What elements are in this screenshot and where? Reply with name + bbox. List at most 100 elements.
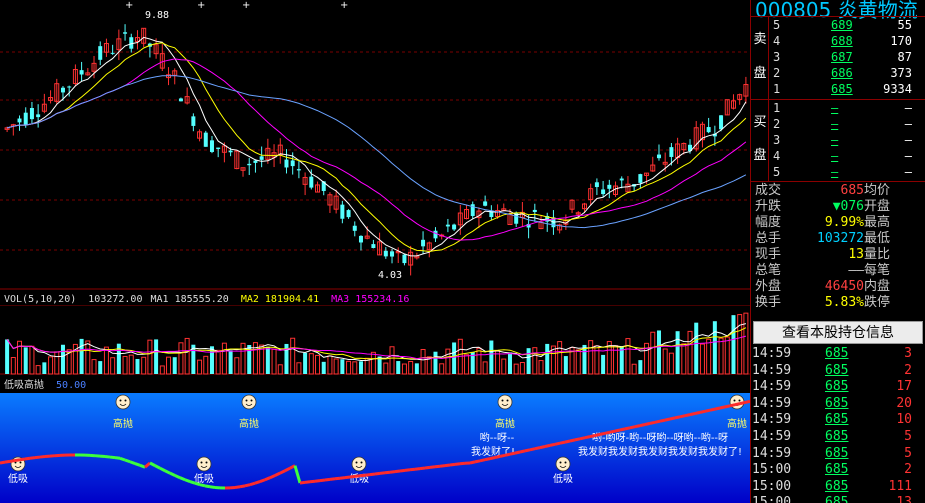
volume-bar: [712, 321, 717, 374]
tick-price: 685: [825, 429, 849, 444]
volume-bar: [656, 330, 661, 374]
price-chart[interactable]: + + + +: [0, 0, 750, 290]
ask-price[interactable]: 686: [831, 65, 853, 81]
indicator-line: [689, 412, 696, 417]
stat-row: 幅度 9.99% 最高: [753, 215, 925, 231]
tick-price: 685: [825, 495, 849, 503]
bid-price[interactable]: —: [831, 164, 838, 180]
ask-price[interactable]: 688: [831, 33, 853, 49]
volume-bar: [271, 348, 277, 375]
indicator-line: [504, 452, 511, 457]
volume-bar: [321, 361, 326, 374]
volume-bar: [48, 356, 54, 375]
indicator-line: [554, 441, 561, 446]
indicator-line: [654, 419, 661, 424]
tick-row[interactable]: 14:59 685 5: [751, 428, 925, 445]
indicator-line: [449, 462, 456, 467]
tick-qty: 111: [888, 478, 912, 494]
bid-qty: —: [904, 117, 912, 131]
tick-row[interactable]: 14:59 685 10: [751, 411, 925, 428]
tick-row[interactable]: 14:59 685 5: [751, 445, 925, 462]
bid-row[interactable]: 4 — —: [769, 148, 925, 164]
volume-bar: [538, 360, 544, 375]
indicator-line: [4, 459, 11, 464]
bid-row[interactable]: 3 — —: [769, 132, 925, 148]
indicator-line: [674, 415, 681, 420]
ask-row[interactable]: 3 687 87: [769, 49, 925, 65]
indicator-line: [129, 460, 136, 465]
ask-price[interactable]: 685: [831, 81, 853, 97]
volume-bar: [706, 338, 712, 375]
indicator-line: [494, 454, 501, 459]
volume-bar: [103, 346, 109, 375]
volume-bar: [401, 363, 407, 375]
volume-bar: [29, 345, 35, 375]
candle-body: [253, 160, 258, 163]
tick-row[interactable]: 15:00 685 111: [751, 478, 925, 495]
tick-row[interactable]: 14:59 685 20: [751, 395, 925, 412]
sell-signal-label: 高抛: [727, 417, 747, 430]
indicator-line: [519, 449, 526, 454]
candle-body: [309, 176, 314, 188]
stat-key: 升跌: [755, 199, 782, 214]
ask-row[interactable]: 2 686 373: [769, 65, 925, 81]
stat-row: 升跌 ▼076 开盘: [753, 199, 925, 215]
ma2-label: MA2: [240, 294, 259, 305]
ma-line: [6, 42, 747, 253]
ask-price[interactable]: 689: [831, 17, 853, 33]
tick-row[interactable]: 15:00 685 2: [751, 461, 925, 478]
bid-row[interactable]: 1 — —: [769, 100, 925, 116]
tick-qty: 17: [896, 379, 912, 395]
indicator-chart[interactable]: 高抛 高抛 高抛 高抛低吸 低吸 低吸 低吸哟--呀--我发财了!哟-哟呀-哟--呀哟--呀…: [0, 393, 750, 503]
indicator-name: 低吸高抛: [4, 380, 44, 391]
bid-row[interactable]: 2 — —: [769, 116, 925, 132]
volume-bar: [327, 355, 333, 375]
bid-price[interactable]: —: [831, 116, 838, 132]
buy-side-char-1: 买: [753, 115, 767, 130]
tick-row[interactable]: 14:59 685 3: [751, 345, 925, 362]
ma1-value: 185555.20: [174, 294, 229, 305]
ask-row[interactable]: 1 685 9334: [769, 81, 925, 97]
indicator-line: [359, 473, 366, 478]
bid-row[interactable]: 5 — —: [769, 164, 925, 180]
candle-body: [110, 52, 115, 54]
candle-body: [601, 189, 606, 195]
sell-side-char-2: 盘: [753, 66, 767, 81]
indicator-annotation: 哟--呀--: [480, 431, 515, 444]
candle-body: [36, 114, 41, 118]
candle-body: [259, 156, 264, 160]
chart-area[interactable]: + + + + 9.88 4.03 VOL(5,10,20) 103272.00 MA…: [0, 0, 750, 503]
bid-price[interactable]: —: [831, 100, 838, 116]
tick-qty: 2: [904, 362, 912, 378]
indicator-line: [244, 483, 251, 488]
ask-price[interactable]: 687: [831, 49, 853, 65]
tick-row[interactable]: 14:59 685 2: [751, 362, 925, 379]
indicator-line: [704, 408, 711, 413]
volume-bar: [718, 337, 724, 375]
candle-body: [594, 182, 599, 188]
bid-price[interactable]: —: [831, 132, 838, 148]
bid-price[interactable]: —: [831, 148, 838, 164]
indicator-line: [709, 407, 716, 412]
candle-body: [216, 147, 221, 149]
volume-bar: [668, 352, 674, 375]
volume-bar: [303, 352, 308, 374]
tick-row[interactable]: 15:00 685 13: [751, 494, 925, 503]
indicator-line: [649, 420, 656, 425]
view-holdings-button[interactable]: 查看本股持仓信息: [753, 321, 923, 344]
indicator-line: [174, 474, 181, 480]
ask-row[interactable]: 4 688 170: [769, 33, 925, 49]
candle-body: [67, 86, 72, 88]
indicator-line: [344, 475, 351, 480]
volume-bar: [482, 361, 488, 375]
tick-row[interactable]: 14:59 685 17: [751, 378, 925, 395]
stat-row: 现手 13 量比: [753, 247, 925, 263]
stat-key: 成交: [755, 183, 782, 198]
ask-qty: 55: [897, 18, 912, 32]
volume-bar: [122, 355, 128, 375]
indicator-line: [319, 478, 326, 483]
stat-row: 总笔 —— 每笔: [753, 263, 925, 279]
volume-chart[interactable]: [0, 305, 750, 375]
candle-body: [390, 251, 395, 257]
ask-row[interactable]: 5 689 55: [769, 17, 925, 33]
